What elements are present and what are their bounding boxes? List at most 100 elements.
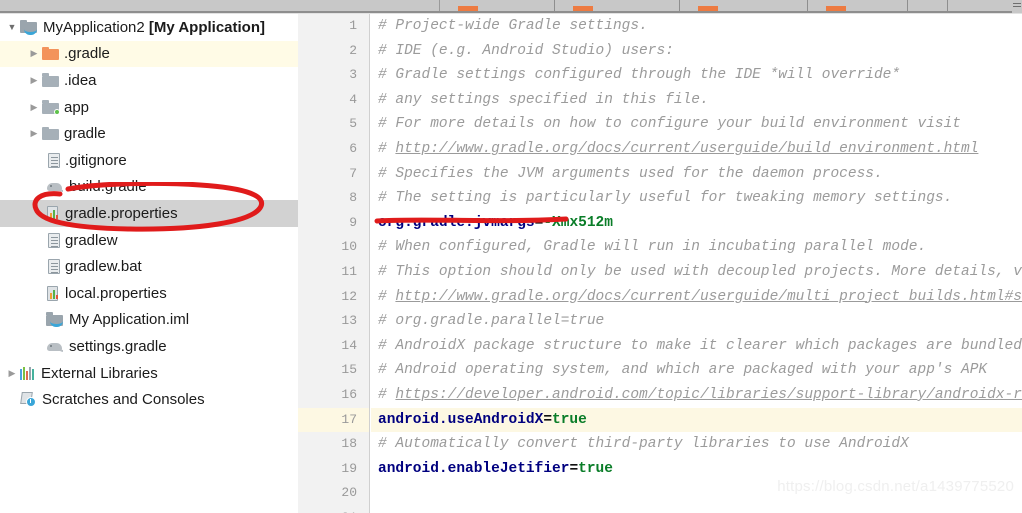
tree-item-build-gradle[interactable]: build.gradle	[0, 174, 298, 201]
comment-url-link[interactable]: https://developer.android.com/topic/libr…	[395, 387, 1022, 403]
folder-gray-icon	[42, 73, 59, 87]
editor-code-area[interactable]: # Project-wide Gradle settings. # IDE (e…	[371, 14, 1022, 513]
tree-item-label: MyApplication2 [My Application]	[43, 18, 265, 36]
properties-file-icon	[47, 205, 60, 221]
folder-orange-icon	[42, 46, 59, 61]
tree-item-gradlew[interactable]: gradlew	[0, 227, 298, 254]
code-line: # Android operating system, and which ar…	[371, 358, 1022, 383]
line-number: 21	[298, 506, 369, 513]
tree-item-label: build.gradle	[69, 178, 147, 196]
code-line: # Project-wide Gradle settings.	[371, 14, 1022, 39]
property-value: -Xmx512m	[543, 214, 613, 231]
tree-item-scratches-and-consoles[interactable]: Scratches and Consoles	[0, 386, 298, 413]
tree-item-label: app	[64, 98, 90, 116]
comment-url-link[interactable]: http://www.gradle.org/docs/current/userg…	[395, 289, 1022, 305]
tab-segment-1[interactable]	[440, 0, 555, 12]
tab-segment-2[interactable]	[555, 0, 680, 12]
comment-url-link[interactable]: http://www.gradle.org/docs/current/userg…	[395, 141, 978, 157]
line-number: 1	[349, 18, 357, 33]
tree-item-my-application-iml[interactable]: My Application.iml	[0, 307, 298, 334]
tab-segment-4[interactable]	[808, 0, 908, 12]
file-icon	[48, 232, 60, 248]
line-number: 16	[341, 386, 357, 402]
watermark-text: https://blog.csdn.net/a1439775520	[777, 478, 1014, 495]
tab-segment-3[interactable]	[680, 0, 808, 12]
tree-item-label: .idea	[64, 71, 97, 89]
tree-item-dot-gradle[interactable]: ▶ .gradle	[0, 40, 298, 68]
line-number: 13	[341, 313, 357, 329]
editor-gutter: 1 2 3 4 5 6 7 8 9 10 11 12 13 14 15 16 1…	[298, 14, 370, 513]
tree-item-myapplication2[interactable]: ▼ MyApplication2 [My Application]	[0, 14, 298, 41]
line-number: 19	[341, 460, 357, 476]
status-dot-icon	[54, 109, 60, 116]
line-number: 15	[341, 362, 357, 378]
comment-text: # This option should only be used with d…	[378, 263, 1022, 280]
tree-item-label: External Libraries	[41, 364, 158, 382]
tree-item-label: gradle	[64, 125, 106, 143]
line-number-current: 17	[298, 407, 369, 433]
code-line: # This option should only be used with d…	[371, 260, 1022, 285]
comment-text: # Project-wide Gradle settings.	[378, 18, 648, 34]
tree-item-external-libraries[interactable]: ▶ External Libraries	[0, 360, 298, 387]
chevron-right-icon[interactable]: ▶	[4, 368, 20, 379]
code-line: # Automatically convert third-party libr…	[371, 432, 1022, 457]
property-key: android.enableJetifier	[378, 460, 570, 477]
line-number: 11	[341, 263, 357, 279]
module-icon	[46, 312, 64, 328]
comment-text: # any settings specified in this file.	[378, 91, 709, 108]
code-line: # AndroidX package structure to make it …	[371, 334, 1022, 359]
code-line: # http://www.gradle.org/docs/current/use…	[371, 285, 1022, 310]
code-line: # https://developer.android.com/topic/li…	[371, 383, 1022, 408]
tree-item-gradlew-bat[interactable]: gradlew.bat	[0, 253, 298, 280]
code-line: # Gradle settings configured through the…	[371, 63, 1022, 88]
tab-segment-5[interactable]	[908, 0, 948, 11]
code-line: # any settings specified in this file.	[371, 88, 1022, 113]
chevron-right-icon[interactable]: ▶	[26, 75, 42, 86]
file-icon	[48, 259, 60, 275]
tree-item-label: settings.gradle	[69, 337, 167, 355]
code-editor[interactable]: 1 2 3 4 5 6 7 8 9 10 11 12 13 14 15 16 1…	[298, 14, 1022, 513]
code-line-property: org.gradle.jvmargs=-Xmx512m	[371, 211, 1022, 236]
project-tree-panel[interactable]: ▼ MyApplication2 [My Application] ▶ .gra…	[0, 14, 298, 513]
property-key: android.useAndroidX	[378, 411, 544, 428]
scratches-icon	[20, 391, 37, 408]
code-line: # org.gradle.parallel=true	[371, 309, 1022, 334]
tree-item-dot-idea[interactable]: ▶ .idea	[0, 67, 298, 94]
line-number: 2	[349, 42, 357, 58]
line-number: 7	[349, 165, 357, 181]
code-line: # IDE (e.g. Android Studio) users:	[371, 39, 1022, 64]
tree-item-gitignore[interactable]: .gitignore	[0, 147, 298, 174]
tree-item-label: Scratches and Consoles	[42, 391, 205, 409]
tree-item-gradle[interactable]: ▶ gradle	[0, 120, 298, 147]
comment-text: #	[378, 288, 396, 305]
module-icon	[20, 19, 38, 35]
libraries-icon	[20, 366, 36, 381]
tree-item-settings-gradle[interactable]: settings.gradle	[0, 333, 298, 360]
chevron-right-icon[interactable]: ▶	[26, 48, 42, 59]
folder-module-icon	[42, 100, 60, 116]
comment-text: # When configured, Gradle will run in in…	[378, 239, 927, 256]
line-number: 8	[349, 190, 357, 206]
property-value: true	[578, 460, 613, 477]
tree-item-local-properties[interactable]: local.properties	[0, 280, 298, 307]
tree-item-label: .gitignore	[65, 151, 127, 169]
comment-text: #	[378, 386, 396, 403]
comment-text: # org.gradle.parallel=true	[378, 313, 605, 330]
code-line: # Specifies the JVM arguments used for t…	[371, 162, 1022, 187]
code-line-current: android.useAndroidX=true	[371, 407, 1022, 433]
line-number: 3	[349, 67, 357, 83]
chevron-right-icon[interactable]: ▶	[26, 128, 42, 139]
chevron-down-icon[interactable]: ▼	[4, 22, 20, 32]
tree-item-gradle-properties[interactable]: gradle.properties	[0, 200, 298, 227]
comment-text: # The setting is particularly useful for…	[378, 190, 953, 207]
tree-item-app[interactable]: ▶ app	[0, 94, 298, 121]
property-equals: =	[569, 460, 579, 477]
code-line: # When configured, Gradle will run in in…	[371, 235, 1022, 260]
scrollbar-top-right[interactable]	[1012, 0, 1022, 13]
line-number: 14	[341, 337, 357, 353]
tab-strip-left-pane[interactable]	[0, 0, 440, 11]
line-number: 12	[341, 288, 357, 304]
chevron-right-icon[interactable]: ▶	[26, 102, 42, 113]
line-number: 5	[349, 116, 357, 132]
